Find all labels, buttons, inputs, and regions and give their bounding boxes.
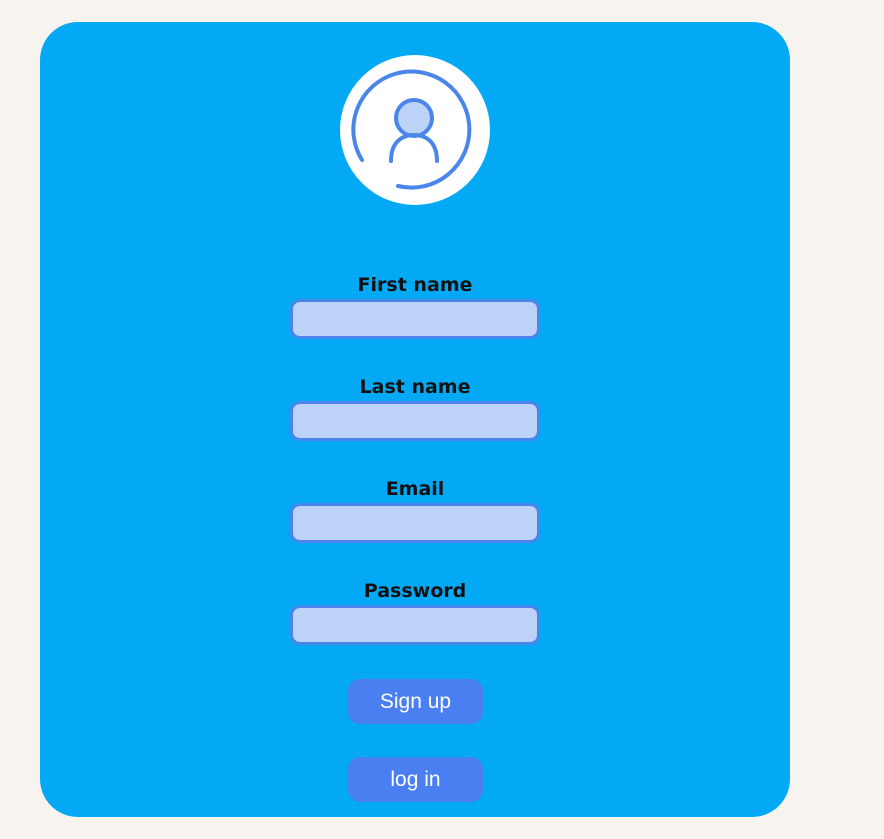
signup-button[interactable]: Sign up — [348, 679, 483, 724]
first-name-label: First name — [357, 274, 473, 296]
first-name-field[interactable] — [290, 299, 540, 339]
avatar — [340, 55, 490, 205]
email-field[interactable] — [290, 503, 540, 543]
email-label: Email — [385, 478, 445, 500]
last-name-field[interactable] — [290, 401, 540, 441]
signup-card: First name Last name Email Password Sign… — [40, 22, 790, 817]
login-button[interactable]: log in — [348, 757, 483, 802]
password-label: Password — [363, 580, 467, 602]
user-icon — [351, 69, 472, 190]
last-name-label: Last name — [359, 376, 471, 398]
password-field[interactable] — [290, 605, 540, 645]
